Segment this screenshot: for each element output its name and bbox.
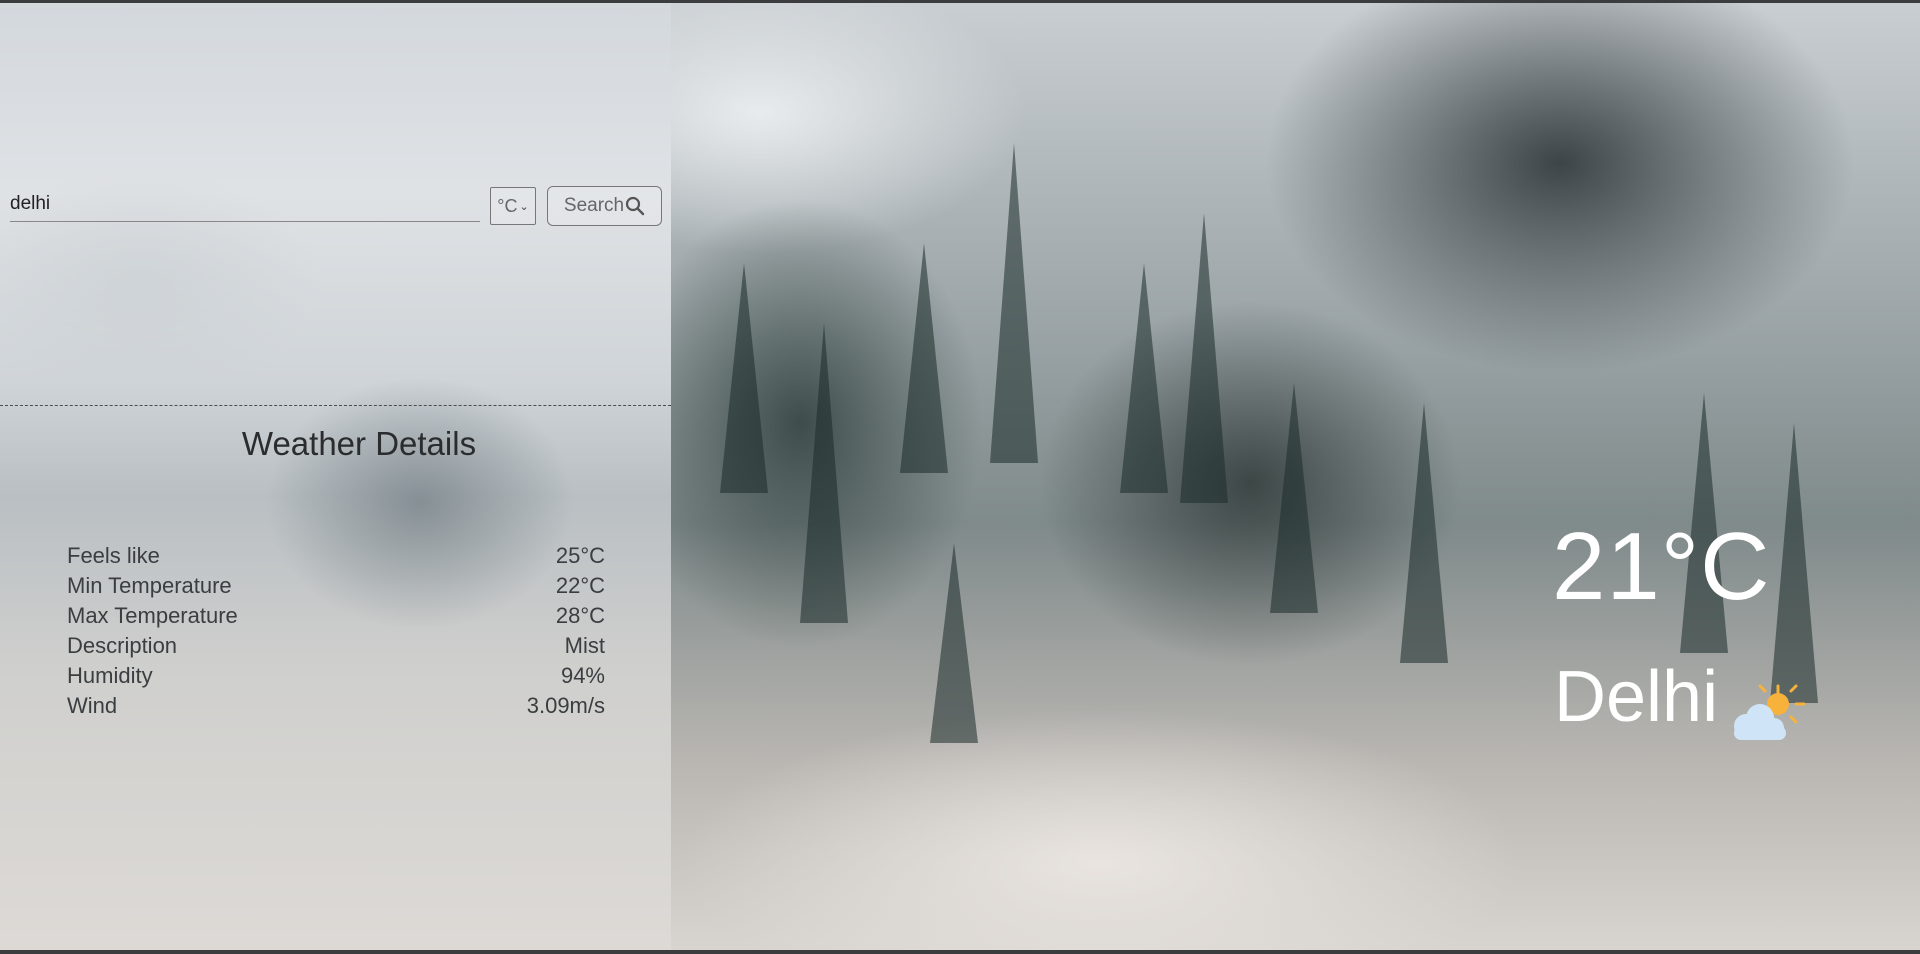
tree-silhouette [1400, 403, 1448, 663]
unit-select-value: °C [497, 195, 518, 216]
city-name: Delhi [1554, 657, 1719, 737]
tree-silhouette [990, 143, 1038, 463]
tree-silhouette [1770, 423, 1818, 703]
detail-value: 3.09m/s [526, 693, 605, 718]
partly-cloudy-sun-icon [1734, 684, 1806, 740]
detail-value: 94% [560, 663, 605, 688]
section-divider [0, 405, 671, 406]
detail-row-description: Description Mist [67, 631, 605, 661]
tree-silhouette [900, 243, 948, 473]
tree-silhouette [1120, 263, 1168, 493]
detail-row-feels-like: Feels like 25°C [67, 541, 605, 571]
tree-silhouette [1270, 383, 1318, 613]
search-button[interactable]: Search [547, 186, 662, 226]
detail-label: Wind [67, 693, 118, 718]
search-button-label: Search [563, 195, 625, 216]
detail-row-wind: Wind 3.09m/s [67, 691, 605, 721]
unit-select[interactable]: °C ⌄ [490, 187, 536, 225]
detail-label: Feels like [67, 543, 160, 568]
city-search-input[interactable] [10, 187, 480, 222]
weather-details-list: Feels like 25°C Min Temperature 22°C Max… [67, 541, 605, 721]
detail-label: Description [67, 633, 178, 658]
detail-row-max-temperature: Max Temperature 28°C [67, 601, 605, 631]
detail-label: Humidity [67, 663, 153, 688]
tree-silhouette [720, 263, 768, 493]
current-temperature: 21°C [1552, 513, 1771, 620]
chevron-down-icon: ⌄ [519, 200, 529, 213]
detail-row-min-temperature: Min Temperature 22°C [67, 571, 605, 601]
detail-value: 22°C [555, 573, 605, 598]
search-icon [625, 196, 645, 216]
detail-value: 28°C [555, 603, 605, 628]
window-bottom-border [0, 950, 1920, 954]
detail-label: Max Temperature [67, 603, 238, 628]
sidebar-panel: °C ⌄ Search Weather Details Feels like 2… [0, 3, 671, 950]
tree-silhouette [930, 543, 978, 743]
tree-silhouette [800, 323, 848, 623]
detail-row-humidity: Humidity 94% [67, 661, 605, 691]
search-bar: °C ⌄ Search [10, 183, 662, 226]
weather-details-title: Weather Details [241, 425, 477, 462]
detail-value: 25°C [555, 543, 605, 568]
detail-value: Mist [564, 633, 605, 658]
tree-silhouette [1180, 213, 1228, 503]
detail-label: Min Temperature [67, 573, 232, 598]
